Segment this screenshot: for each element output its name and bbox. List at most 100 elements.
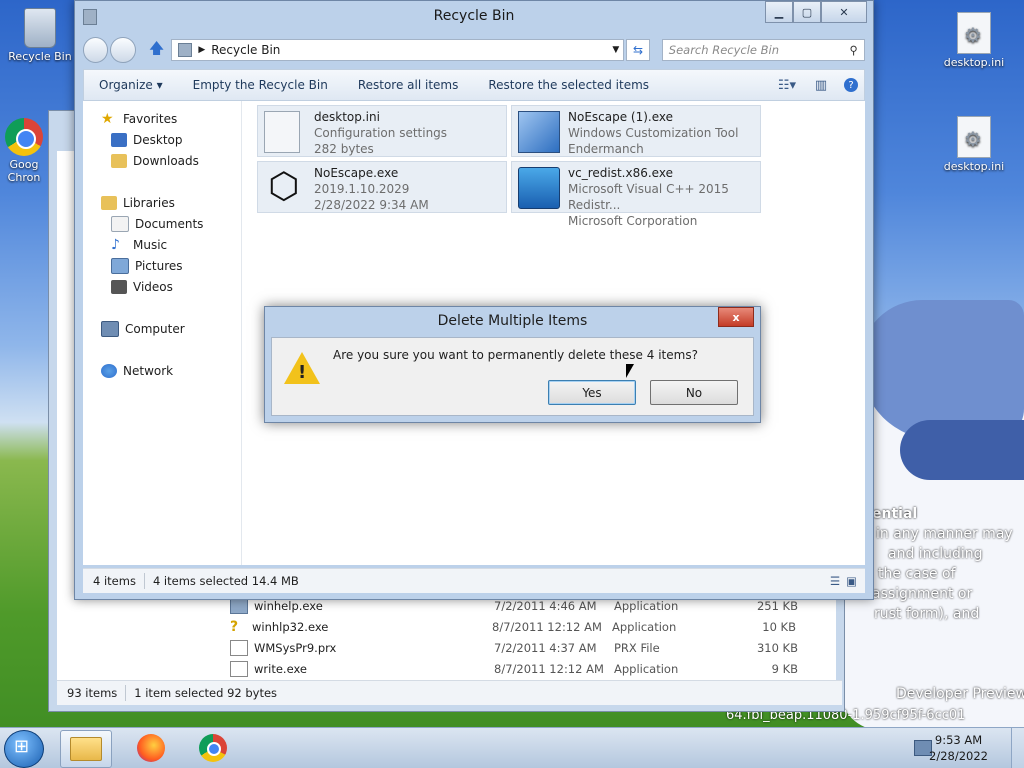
taskbar-chrome[interactable] xyxy=(188,730,238,766)
tiles-view-icon[interactable]: ▣ xyxy=(846,574,857,588)
view-switcher: ☰ ▣ xyxy=(830,574,857,588)
clock-time: 9:53 AM xyxy=(934,733,983,747)
wallpaper-character-hair xyxy=(860,300,1024,440)
desktop-icon-label: Recycle Bin xyxy=(8,50,72,63)
file-size: 10 KB xyxy=(762,619,796,634)
mouse-pointer-icon xyxy=(626,364,634,378)
file-date: 7/2/2011 4:46 AM xyxy=(494,598,597,613)
file-date: 8/7/2011 12:12 AM xyxy=(492,619,602,634)
dialog-close-button[interactable]: x xyxy=(718,307,754,327)
chrome-icon xyxy=(5,118,43,156)
sidebar-item-libraries[interactable]: Libraries xyxy=(101,193,175,213)
wallpaper-text: in any manner may xyxy=(876,526,1013,542)
chevron-right-icon[interactable]: ▶ xyxy=(198,45,205,55)
recycle-bin-icon xyxy=(24,8,56,48)
file-details: vc_redist.x86.exe Microsoft Visual C++ 2… xyxy=(568,165,760,229)
sidebar-item-favorites[interactable]: ★ Favorites xyxy=(101,109,177,129)
file-size: 251 KB xyxy=(756,598,798,613)
title-bar[interactable]: Recycle Bin ▁ ▢ ✕ xyxy=(75,1,873,33)
sidebar-item-documents[interactable]: Documents xyxy=(111,214,203,234)
forward-button[interactable] xyxy=(110,37,136,63)
window-controls: ▁ ▢ ✕ xyxy=(765,1,867,23)
yes-button[interactable]: Yes xyxy=(548,380,636,405)
table-row[interactable]: ? winhlp32.exe 8/7/2011 12:12 AM Applica… xyxy=(230,616,830,637)
file-type: Application xyxy=(612,619,677,634)
desktop-icon xyxy=(111,133,127,147)
start-button[interactable] xyxy=(4,730,44,768)
taskbar-firefox[interactable] xyxy=(126,730,176,766)
breadcrumb[interactable]: Recycle Bin xyxy=(211,43,280,57)
up-arrow-icon[interactable]: 🡅 xyxy=(146,39,167,61)
installer-icon xyxy=(518,167,560,209)
restore-all-items-button[interactable]: Restore all items xyxy=(343,78,474,92)
divider xyxy=(125,685,127,701)
sidebar-item-label: Documents xyxy=(135,217,204,231)
chevron-down-icon[interactable]: ▼ xyxy=(612,45,619,55)
sidebar-item-downloads[interactable]: Downloads xyxy=(111,151,199,171)
show-desktop-button[interactable] xyxy=(1011,728,1024,768)
table-row[interactable]: write.exe 8/7/2011 12:12 AM Application … xyxy=(230,658,830,679)
divider xyxy=(143,573,145,589)
sidebar-item-desktop[interactable]: Desktop xyxy=(111,130,183,150)
file-date: 2/28/2022 9:34 AM xyxy=(314,198,429,212)
search-icon[interactable]: ⚲ xyxy=(850,43,858,57)
no-button[interactable]: No xyxy=(650,380,738,405)
help-icon[interactable]: ? xyxy=(844,78,858,92)
empty-recycle-bin-button[interactable]: Empty the Recycle Bin xyxy=(178,78,343,92)
item-count: 93 items xyxy=(67,686,118,700)
background-file-list: winhelp.exe 7/2/2011 4:46 AM Application… xyxy=(230,595,830,679)
restore-selected-items-button[interactable]: Restore the selected items xyxy=(473,78,664,92)
file-tile[interactable]: NoEscape (1).exe Windows Customization T… xyxy=(511,105,761,157)
organize-button[interactable]: Organize ▾ xyxy=(84,78,178,92)
details-view-icon[interactable]: ☰ xyxy=(830,574,840,588)
recycle-bin-window[interactable]: Recycle Bin ▁ ▢ ✕ 🡅 ▶ Recycle Bin ▼ ⇆ Se… xyxy=(74,0,874,600)
computer-icon xyxy=(101,321,119,337)
preview-pane-icon[interactable]: ▥ xyxy=(810,75,832,95)
sidebar-item-videos[interactable]: Videos xyxy=(111,277,173,297)
minimize-button[interactable]: ▁ xyxy=(765,1,793,23)
desktop-icon-google-chrome[interactable]: Goog Chron xyxy=(0,118,54,184)
sidebar-item-pictures[interactable]: Pictures xyxy=(111,256,183,276)
close-button[interactable]: ✕ xyxy=(821,1,867,23)
dialog-body: ! Are you sure you want to permanently d… xyxy=(271,337,754,416)
firefox-icon xyxy=(137,734,165,762)
sidebar-item-label: Music xyxy=(133,238,168,252)
sidebar-item-computer[interactable]: Computer xyxy=(101,319,185,339)
delete-confirmation-dialog[interactable]: Delete Multiple Items x ! Are you sure y… xyxy=(264,306,761,423)
file-name: winhlp32.exe xyxy=(252,619,329,634)
address-bar[interactable]: ▶ Recycle Bin ▼ xyxy=(171,39,625,61)
sidebar-item-network[interactable]: Network xyxy=(101,361,173,381)
system-clock[interactable]: 9:53 AM 2/28/2022 xyxy=(929,732,988,764)
table-row[interactable]: WMSysPr9.prx 7/2/2011 4:37 AM PRX File 3… xyxy=(230,637,830,658)
window-title: Recycle Bin xyxy=(433,8,515,24)
clock-date: 2/28/2022 xyxy=(929,749,988,763)
taskbar-file-explorer[interactable] xyxy=(60,730,112,768)
file-name: desktop.ini xyxy=(314,110,380,124)
star-icon: ★ xyxy=(101,111,114,127)
search-input[interactable]: Search Recycle Bin ⚲ xyxy=(661,39,865,61)
music-icon: ♪ xyxy=(111,237,120,253)
file-version: 2019.1.10.2029 xyxy=(314,182,410,196)
sidebar-item-music[interactable]: ♪ Music xyxy=(111,235,167,255)
desktop-icon-desktop-ini[interactable]: desktop.ini xyxy=(934,12,1014,69)
config-file-icon xyxy=(957,12,991,54)
taskbar: 9:53 AM 2/28/2022 xyxy=(0,727,1024,768)
status-bar: 4 items 4 items selected 14.4 MB ☰ ▣ xyxy=(83,568,865,593)
view-options-icon[interactable]: ☷▾ xyxy=(776,75,798,95)
downloads-folder-icon xyxy=(111,154,127,168)
file-type: Application xyxy=(614,598,679,613)
file-tile[interactable]: vc_redist.x86.exe Microsoft Visual C++ 2… xyxy=(511,161,761,228)
background-status-bar: 93 items 1 item selected 92 bytes xyxy=(57,680,842,705)
navigation-pane: ★ Favorites Desktop Downloads Libraries … xyxy=(83,101,242,565)
desktop-icon-recycle-bin[interactable]: Recycle Bin xyxy=(0,8,80,63)
network-icon xyxy=(101,364,117,378)
maximize-button[interactable]: ▢ xyxy=(793,1,821,23)
file-tile[interactable]: ⬡ NoEscape.exe 2019.1.10.2029 2/28/2022 … xyxy=(257,161,507,213)
back-button[interactable] xyxy=(83,37,109,63)
file-tile[interactable]: desktop.ini Configuration settings 282 b… xyxy=(257,105,507,157)
file-size: 9 KB xyxy=(771,661,798,676)
sidebar-item-label: Videos xyxy=(133,280,173,294)
dialog-message: Are you sure you want to permanently del… xyxy=(333,348,698,362)
desktop-icon-desktop-ini[interactable]: desktop.ini xyxy=(934,116,1014,173)
refresh-button[interactable]: ⇆ xyxy=(626,39,650,61)
